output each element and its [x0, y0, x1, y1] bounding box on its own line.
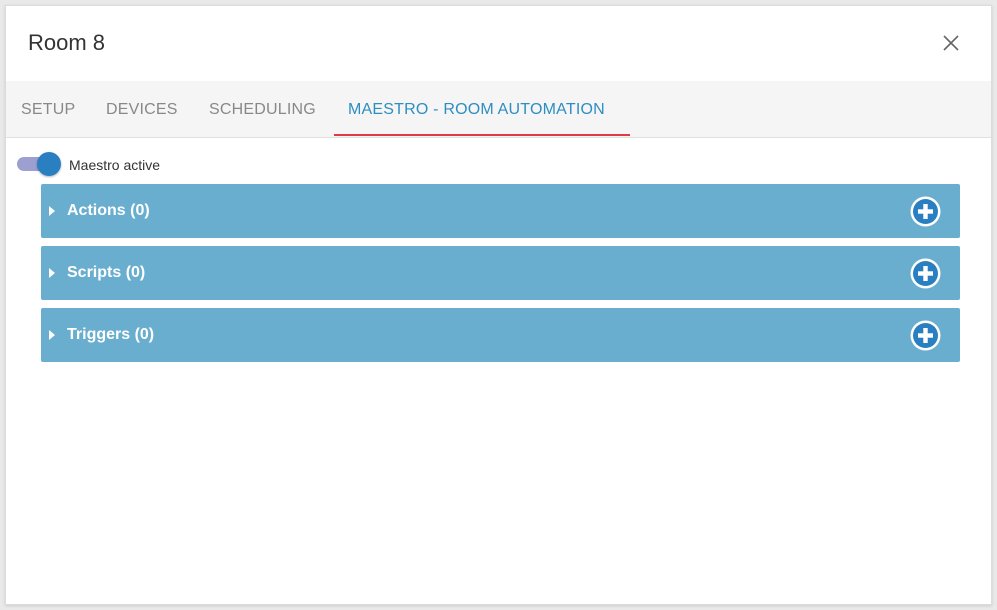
panel-triggers-label[interactable]: Triggers (0)	[67, 326, 154, 344]
dialog-header: Room 8	[6, 6, 991, 81]
add-action-button[interactable]	[909, 195, 942, 228]
maestro-active-label: Maestro active	[69, 157, 161, 173]
room-dialog: Room 8 SETUP DEVICES SCHEDULING MAESTRO …	[5, 5, 992, 605]
close-icon[interactable]	[940, 32, 962, 54]
plus-circle-icon	[910, 320, 941, 351]
tab-setup[interactable]: SETUP	[21, 101, 75, 119]
active-tab-indicator	[334, 134, 630, 136]
panel-actions[interactable]: Actions (0)	[41, 184, 960, 238]
caret-right-icon[interactable]	[49, 330, 55, 340]
tab-devices[interactable]: DEVICES	[106, 101, 178, 119]
tab-bar: SETUP DEVICES SCHEDULING MAESTRO - ROOM …	[6, 81, 991, 138]
maestro-active-toggle-knob[interactable]	[37, 152, 61, 176]
panel-scripts[interactable]: Scripts (0)	[41, 246, 960, 300]
tab-maestro-room-automation[interactable]: MAESTRO - ROOM AUTOMATION	[348, 101, 605, 119]
add-trigger-button[interactable]	[909, 319, 942, 352]
panel-triggers[interactable]: Triggers (0)	[41, 308, 960, 362]
plus-circle-icon	[910, 196, 941, 227]
caret-right-icon[interactable]	[49, 206, 55, 216]
dialog-title: Room 8	[28, 30, 106, 55]
plus-circle-icon	[910, 258, 941, 289]
maestro-toggle-row: Maestro active	[17, 151, 317, 179]
add-script-button[interactable]	[909, 257, 942, 290]
caret-right-icon[interactable]	[49, 268, 55, 278]
tab-scheduling[interactable]: SCHEDULING	[209, 101, 316, 119]
panel-scripts-label[interactable]: Scripts (0)	[67, 264, 145, 282]
panel-actions-label[interactable]: Actions (0)	[67, 202, 150, 220]
